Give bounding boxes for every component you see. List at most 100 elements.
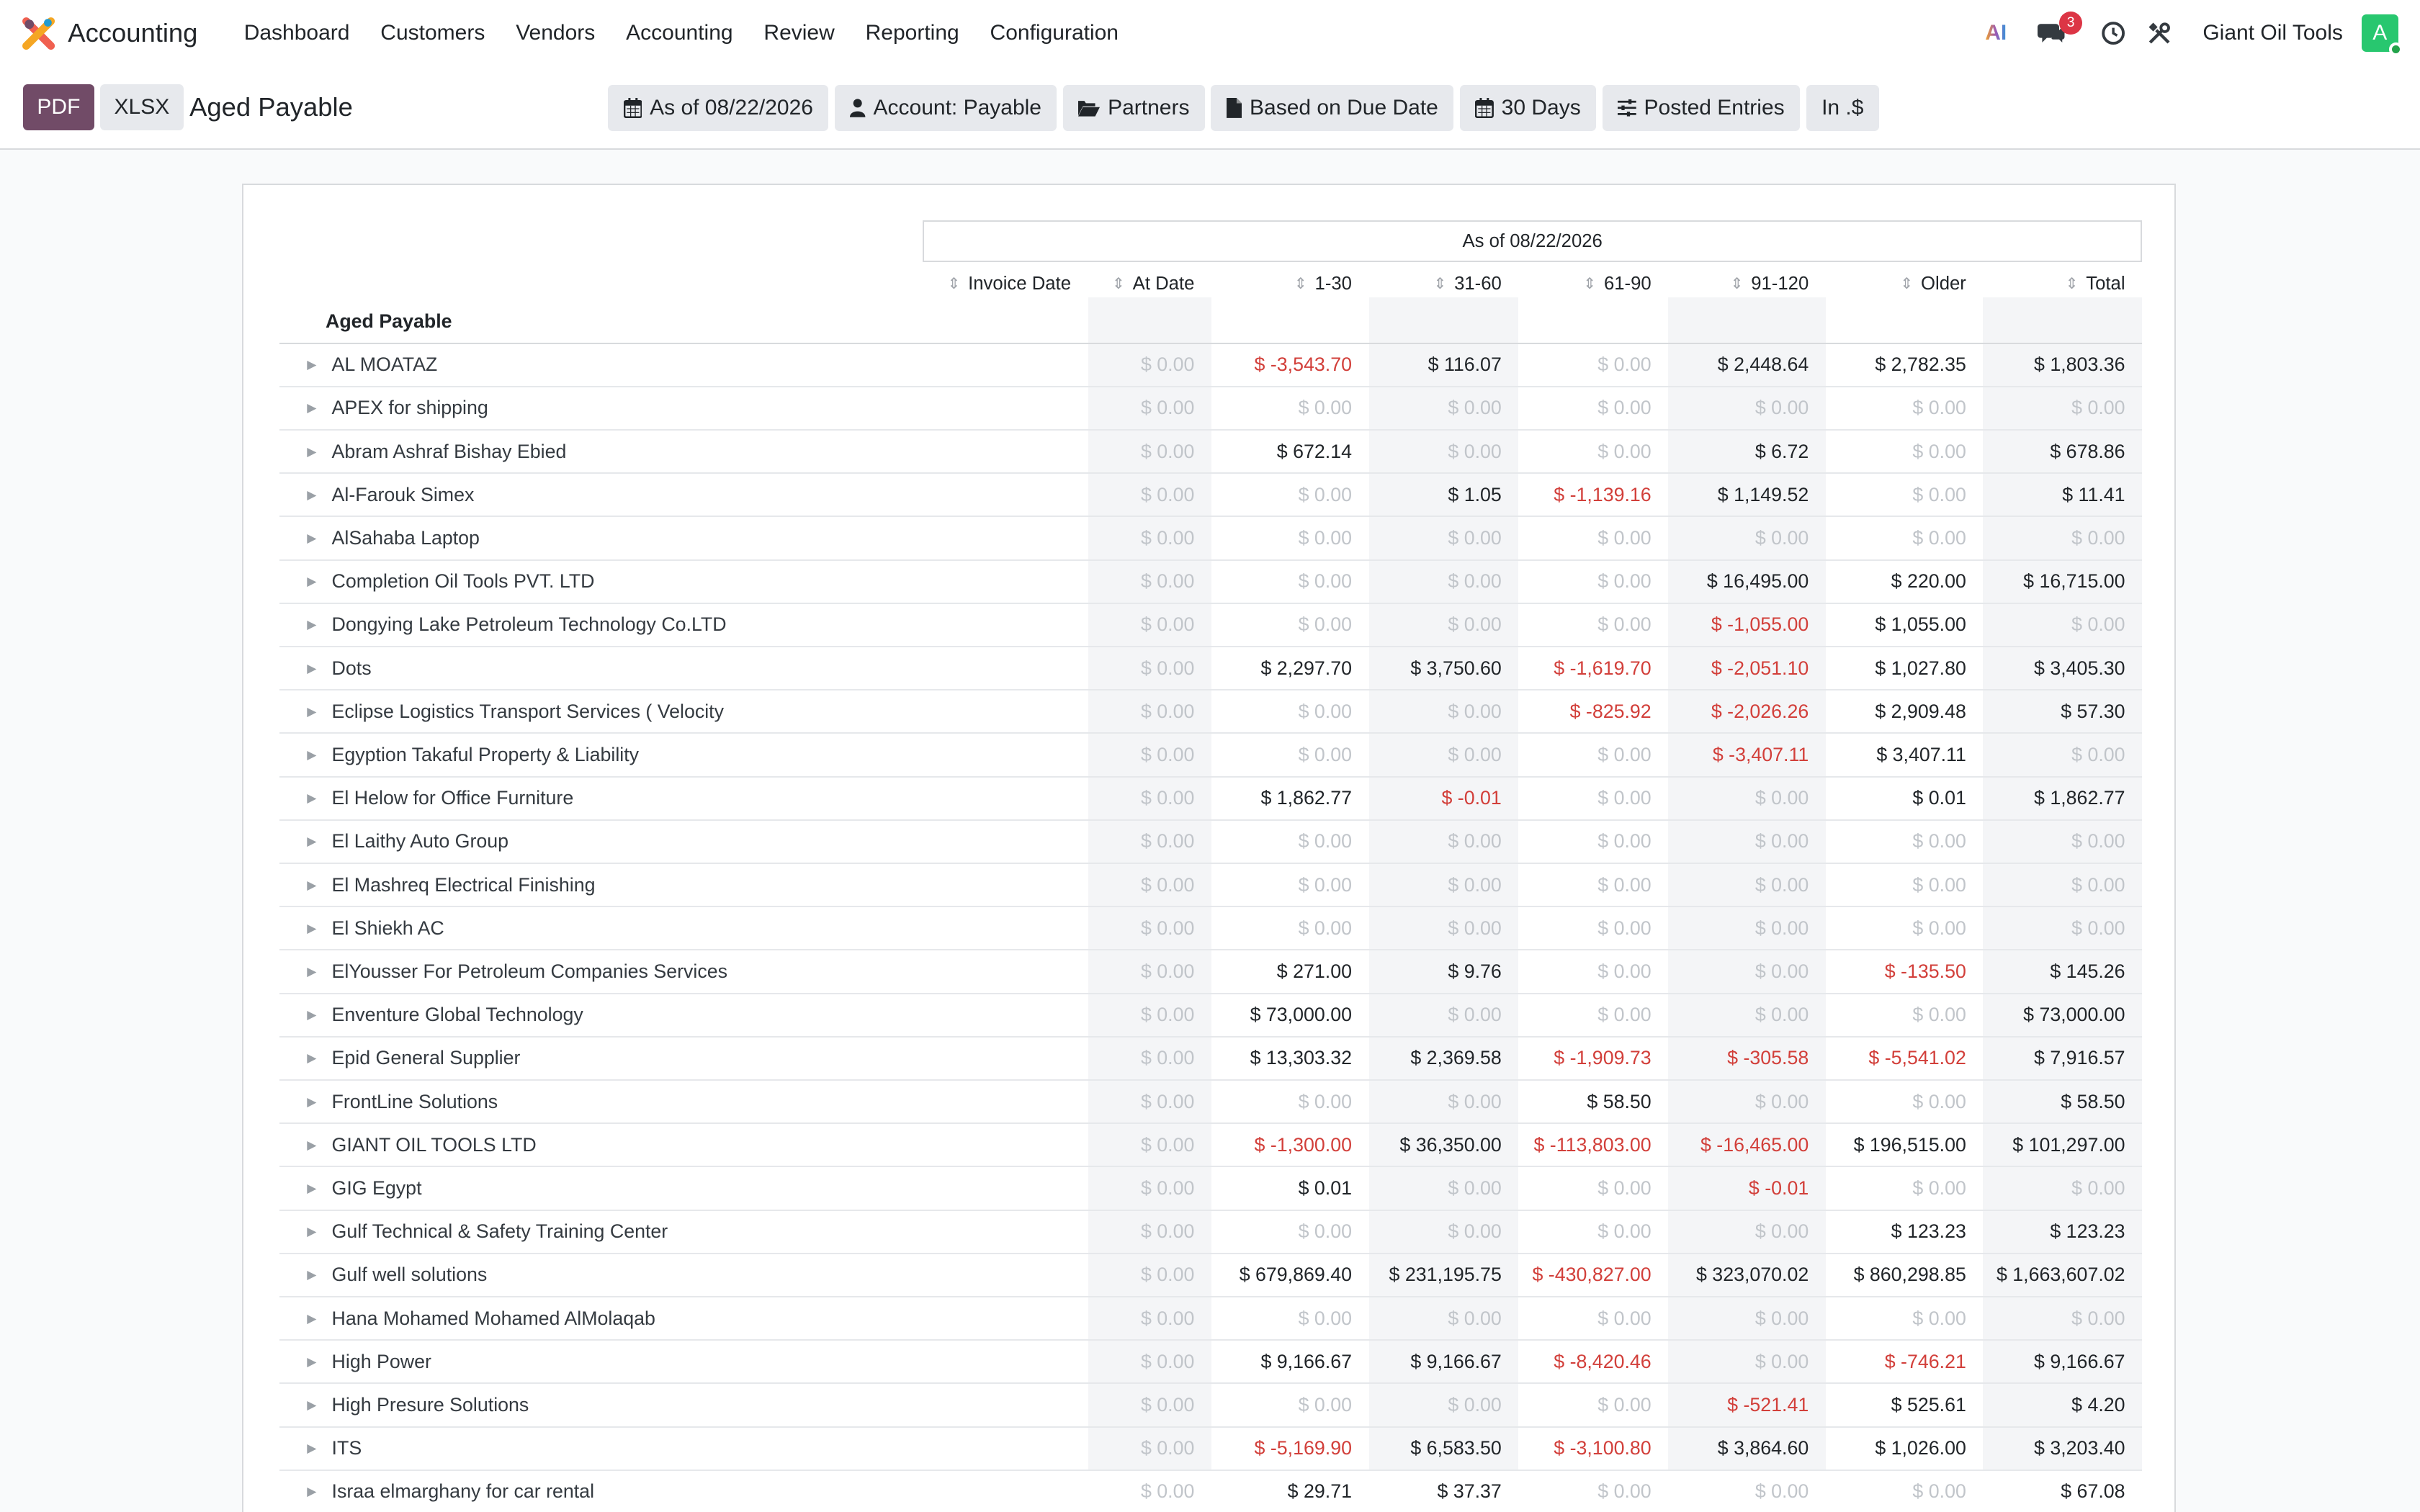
menu-review[interactable]: Review xyxy=(748,21,850,45)
column-header-91-120[interactable]: ⇕ 91-120 xyxy=(1668,270,1826,298)
expand-caret-icon[interactable]: ▶ xyxy=(307,1354,316,1369)
expand-caret-icon[interactable]: ▶ xyxy=(307,487,316,503)
clock-icon[interactable] xyxy=(2092,12,2135,55)
menu-vendors[interactable]: Vendors xyxy=(501,21,611,45)
account-filter-button[interactable]: Account: Payable xyxy=(834,84,1057,132)
expand-caret-icon[interactable]: ▶ xyxy=(307,1311,316,1326)
expand-caret-icon[interactable]: ▶ xyxy=(307,1484,316,1499)
expand-caret-icon[interactable]: ▶ xyxy=(307,834,316,849)
table-row[interactable]: ▶ High Presure Solutions $ 0.00 $ 0.00 $ 0.0… xyxy=(279,1384,2143,1428)
partner-name[interactable]: APEX for shipping xyxy=(332,397,488,419)
expand-caret-icon[interactable]: ▶ xyxy=(307,357,316,372)
currency-filter-button[interactable]: In .$ xyxy=(1806,84,1879,132)
partner-name[interactable]: Abram Ashraf Bishay Ebied xyxy=(332,441,567,463)
table-row[interactable]: ▶ APEX for shipping $ 0.00 $ 0.00 $ 0.00 $ 0.… xyxy=(279,387,2143,431)
column-header-invoice-date[interactable]: ⇕ Invoice Date xyxy=(923,270,1088,298)
expand-caret-icon[interactable]: ▶ xyxy=(307,878,316,893)
table-row[interactable]: ▶ El Shiekh AC $ 0.00 $ 0.00 $ 0.00 $ 0.00 $ 0… xyxy=(279,907,2143,951)
due-date-filter-button[interactable]: Based on Due Date xyxy=(1211,84,1454,132)
table-row[interactable]: ▶ Egyption Takaful Property & Liability $ … xyxy=(279,734,2143,778)
partner-name[interactable]: El Helow for Office Furniture xyxy=(332,787,574,809)
expand-caret-icon[interactable]: ▶ xyxy=(307,921,316,936)
expand-caret-icon[interactable]: ▶ xyxy=(307,791,316,806)
partner-name[interactable]: Hana Mohamed Mohamed AlMolaqab xyxy=(332,1308,655,1330)
expand-caret-icon[interactable]: ▶ xyxy=(307,1224,316,1239)
expand-caret-icon[interactable]: ▶ xyxy=(307,1181,316,1196)
expand-caret-icon[interactable]: ▶ xyxy=(307,444,316,459)
table-row[interactable]: ▶ Gulf well solutions $ 0.00 $ 679,869.40 $ … xyxy=(279,1254,2143,1298)
table-row[interactable]: ▶ FrontLine Solutions $ 0.00 $ 0.00 $ 0.00 $ … xyxy=(279,1081,2143,1125)
table-row[interactable]: ▶ Dongying Lake Petroleum Technology Co.L… xyxy=(279,604,2143,647)
partners-filter-button[interactable]: Partners xyxy=(1062,84,1205,132)
tools-icon[interactable] xyxy=(2138,12,2181,55)
partner-name[interactable]: El Shiekh AC xyxy=(332,917,444,940)
partner-name[interactable]: Dongying Lake Petroleum Technology Co.LT… xyxy=(332,613,727,636)
partner-name[interactable]: ITS xyxy=(332,1437,362,1459)
messages-icon[interactable]: 3 xyxy=(2030,12,2083,55)
menu-customers[interactable]: Customers xyxy=(365,21,501,45)
expand-caret-icon[interactable]: ▶ xyxy=(307,1007,316,1022)
table-row[interactable]: ▶ AL MOATAZ $ 0.00 $ -3,543.70 $ 116.07 $ 0.0… xyxy=(279,344,2143,387)
table-row[interactable]: ▶ Completion Oil Tools PVT. LTD $ 0.00 $ 0.… xyxy=(279,561,2143,604)
expand-caret-icon[interactable]: ▶ xyxy=(307,747,316,762)
menu-accounting[interactable]: Accounting xyxy=(611,21,748,45)
expand-caret-icon[interactable]: ▶ xyxy=(307,531,316,546)
expand-caret-icon[interactable]: ▶ xyxy=(307,1441,316,1456)
table-row[interactable]: ▶ GIANT OIL TOOLS LTD $ 0.00 $ -1,300.00 $ 3… xyxy=(279,1124,2143,1168)
partner-name[interactable]: Gulf well solutions xyxy=(332,1264,488,1286)
accounting-app-icon[interactable] xyxy=(22,17,55,50)
table-row[interactable]: ▶ El Laithy Auto Group $ 0.00 $ 0.00 $ 0.00 $… xyxy=(279,821,2143,864)
expand-caret-icon[interactable]: ▶ xyxy=(307,1398,316,1413)
partner-name[interactable]: GIANT OIL TOOLS LTD xyxy=(332,1134,537,1156)
column-header-at-date[interactable]: ⇕ At Date xyxy=(1088,270,1211,298)
expand-caret-icon[interactable]: ▶ xyxy=(307,704,316,719)
app-name[interactable]: Accounting xyxy=(68,18,197,48)
partner-name[interactable]: ElYousser For Petroleum Companies Servic… xyxy=(332,960,727,983)
table-row[interactable]: ▶ Abram Ashraf Bishay Ebied $ 0.00 $ 672.14… xyxy=(279,431,2143,474)
partner-name[interactable]: Israa elmarghany for car rental xyxy=(332,1480,594,1503)
partner-name[interactable]: Al-Farouk Simex xyxy=(332,484,475,506)
column-header-31-60[interactable]: ⇕ 31-60 xyxy=(1369,270,1519,298)
partner-name[interactable]: Egyption Takaful Property & Liability xyxy=(332,744,640,766)
xlsx-button[interactable]: XLSX xyxy=(100,84,184,131)
partner-name[interactable]: El Mashreq Electrical Finishing xyxy=(332,874,596,896)
column-header-1-30[interactable]: ⇕ 1-30 xyxy=(1211,270,1369,298)
partner-name[interactable]: High Power xyxy=(332,1351,431,1373)
period-filter-button[interactable]: 30 Days xyxy=(1459,84,1597,132)
menu-configuration[interactable]: Configuration xyxy=(974,21,1134,45)
table-row[interactable]: ▶ High Power $ 0.00 $ 9,166.67 $ 9,166.67 $ -… xyxy=(279,1341,2143,1385)
expand-caret-icon[interactable]: ▶ xyxy=(307,400,316,415)
expand-caret-icon[interactable]: ▶ xyxy=(307,617,316,632)
table-row[interactable]: ▶ Enventure Global Technology $ 0.00 $ 73,0… xyxy=(279,994,2143,1038)
partner-name[interactable]: Eclipse Logistics Transport Services ( V… xyxy=(332,701,724,723)
column-header-total[interactable]: ⇕ Total xyxy=(1983,270,2142,298)
table-row[interactable]: ▶ Israa elmarghany for car rental $ 0.00 $ … xyxy=(279,1471,2142,1512)
partner-name[interactable]: Enventure Global Technology xyxy=(332,1004,583,1026)
table-row[interactable]: ▶ AlSahaba Laptop $ 0.00 $ 0.00 $ 0.00 $ 0.00… xyxy=(279,517,2143,561)
table-row[interactable]: ▶ Eclipse Logistics Transport Services ( … xyxy=(279,690,2143,734)
user-avatar[interactable]: A xyxy=(2361,14,2403,57)
entries-filter-button[interactable]: Posted Entries xyxy=(1602,84,1801,132)
partner-name[interactable]: Gulf Technical & Safety Training Center xyxy=(332,1220,668,1243)
table-row[interactable]: ▶ Hana Mohamed Mohamed AlMolaqab $ 0.00 $ 0… xyxy=(279,1297,2143,1341)
table-row[interactable]: ▶ ElYousser For Petroleum Companies Servi… xyxy=(279,950,2143,994)
ai-icon[interactable]: AI xyxy=(1974,12,2017,55)
table-row[interactable]: ▶ GIG Egypt $ 0.00 $ 0.01 $ 0.00 $ 0.00 $ -0.0… xyxy=(279,1167,2143,1211)
table-row[interactable]: ▶ Al-Farouk Simex $ 0.00 $ 0.00 $ 1.05 $ -1,1… xyxy=(279,474,2143,518)
expand-caret-icon[interactable]: ▶ xyxy=(307,1050,316,1066)
table-row[interactable]: ▶ El Helow for Office Furniture $ 0.00 $ 1,… xyxy=(279,778,2143,821)
partner-name[interactable]: Dots xyxy=(332,657,372,680)
table-row[interactable]: ▶ Gulf Technical & Safety Training Center… xyxy=(279,1211,2143,1254)
partner-name[interactable]: FrontLine Solutions xyxy=(332,1091,498,1113)
expand-caret-icon[interactable]: ▶ xyxy=(307,964,316,979)
column-header-older[interactable]: ⇕ Older xyxy=(1826,270,1984,298)
column-header-61-90[interactable]: ⇕ 61-90 xyxy=(1518,270,1668,298)
table-row[interactable]: ▶ ITS $ 0.00 $ -5,169.90 $ 6,583.50 $ -3,100.… xyxy=(279,1428,2143,1471)
date-filter-button[interactable]: As of 08/22/2026 xyxy=(608,84,829,132)
pdf-button[interactable]: PDF xyxy=(23,84,94,131)
table-row[interactable]: ▶ El Mashreq Electrical Finishing $ 0.00 $ … xyxy=(279,864,2143,908)
expand-caret-icon[interactable]: ▶ xyxy=(307,574,316,589)
partner-name[interactable]: AlSahaba Laptop xyxy=(332,527,480,549)
partner-name[interactable]: GIG Egypt xyxy=(332,1177,422,1200)
expand-caret-icon[interactable]: ▶ xyxy=(307,661,316,676)
